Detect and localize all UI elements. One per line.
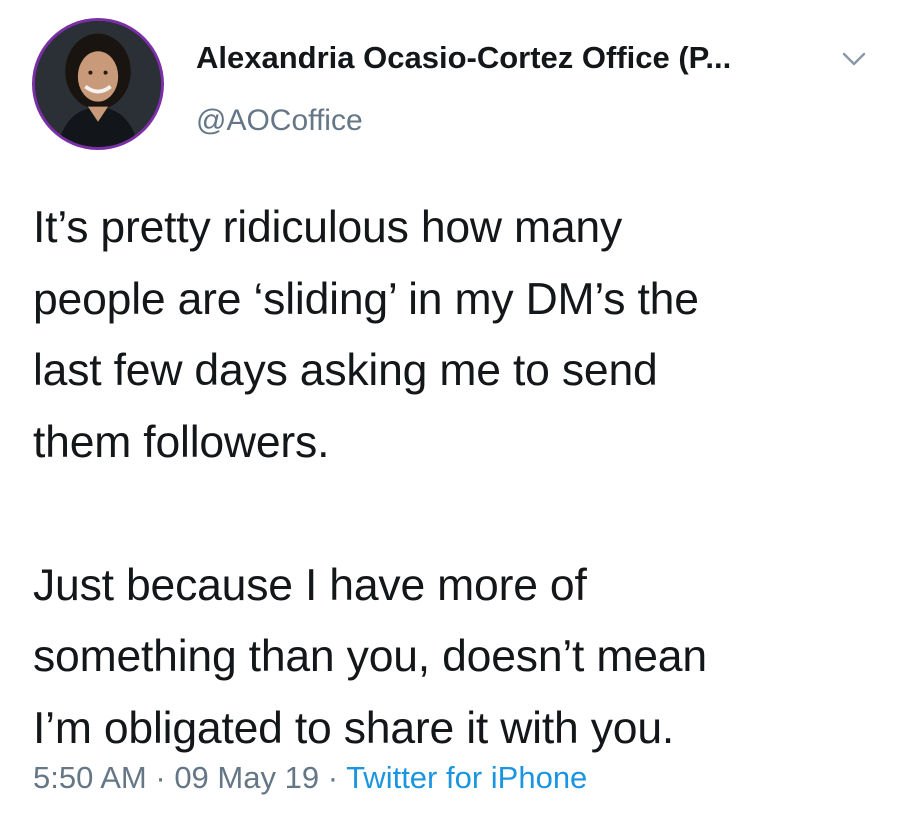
author-name[interactable]: Alexandria Ocasio-Cortez Office (P...: [196, 40, 731, 76]
meta-separator: ·: [319, 760, 347, 795]
tweet-line: something than you, doesn’t mean: [33, 632, 707, 681]
tweet-text: It’s pretty ridiculous how many people a…: [33, 192, 883, 764]
tweet-meta: 5:50 AM · 09 May 19 · Twitter for iPhone: [33, 760, 587, 796]
tweet-paragraph: Just because I have more of something th…: [33, 550, 883, 765]
chevron-down-icon[interactable]: [841, 50, 867, 68]
tweet-source-link[interactable]: Twitter for iPhone: [346, 760, 587, 795]
profile-photo-icon: [35, 21, 161, 147]
meta-separator: ·: [146, 760, 175, 795]
tweet-paragraph: It’s pretty ridiculous how many people a…: [33, 192, 883, 478]
tweet-date[interactable]: 09 May 19: [174, 760, 319, 795]
tweet: Alexandria Ocasio-Cortez Office (P... @A…: [0, 0, 897, 823]
tweet-line: It’s pretty ridiculous how many: [33, 203, 623, 252]
tweet-time[interactable]: 5:50 AM: [33, 760, 147, 795]
tweet-line: them followers.: [33, 417, 330, 467]
tweet-line: Just because I have more of: [33, 560, 587, 610]
tweet-line: people are ‘sliding’ in my DM’s the: [33, 274, 699, 324]
tweet-line: last few days asking me to send: [33, 346, 658, 395]
tweet-line: I’m obligated to share it with you.: [33, 703, 675, 753]
author-handle[interactable]: @AOCoffice: [196, 104, 363, 138]
avatar[interactable]: [32, 18, 164, 150]
